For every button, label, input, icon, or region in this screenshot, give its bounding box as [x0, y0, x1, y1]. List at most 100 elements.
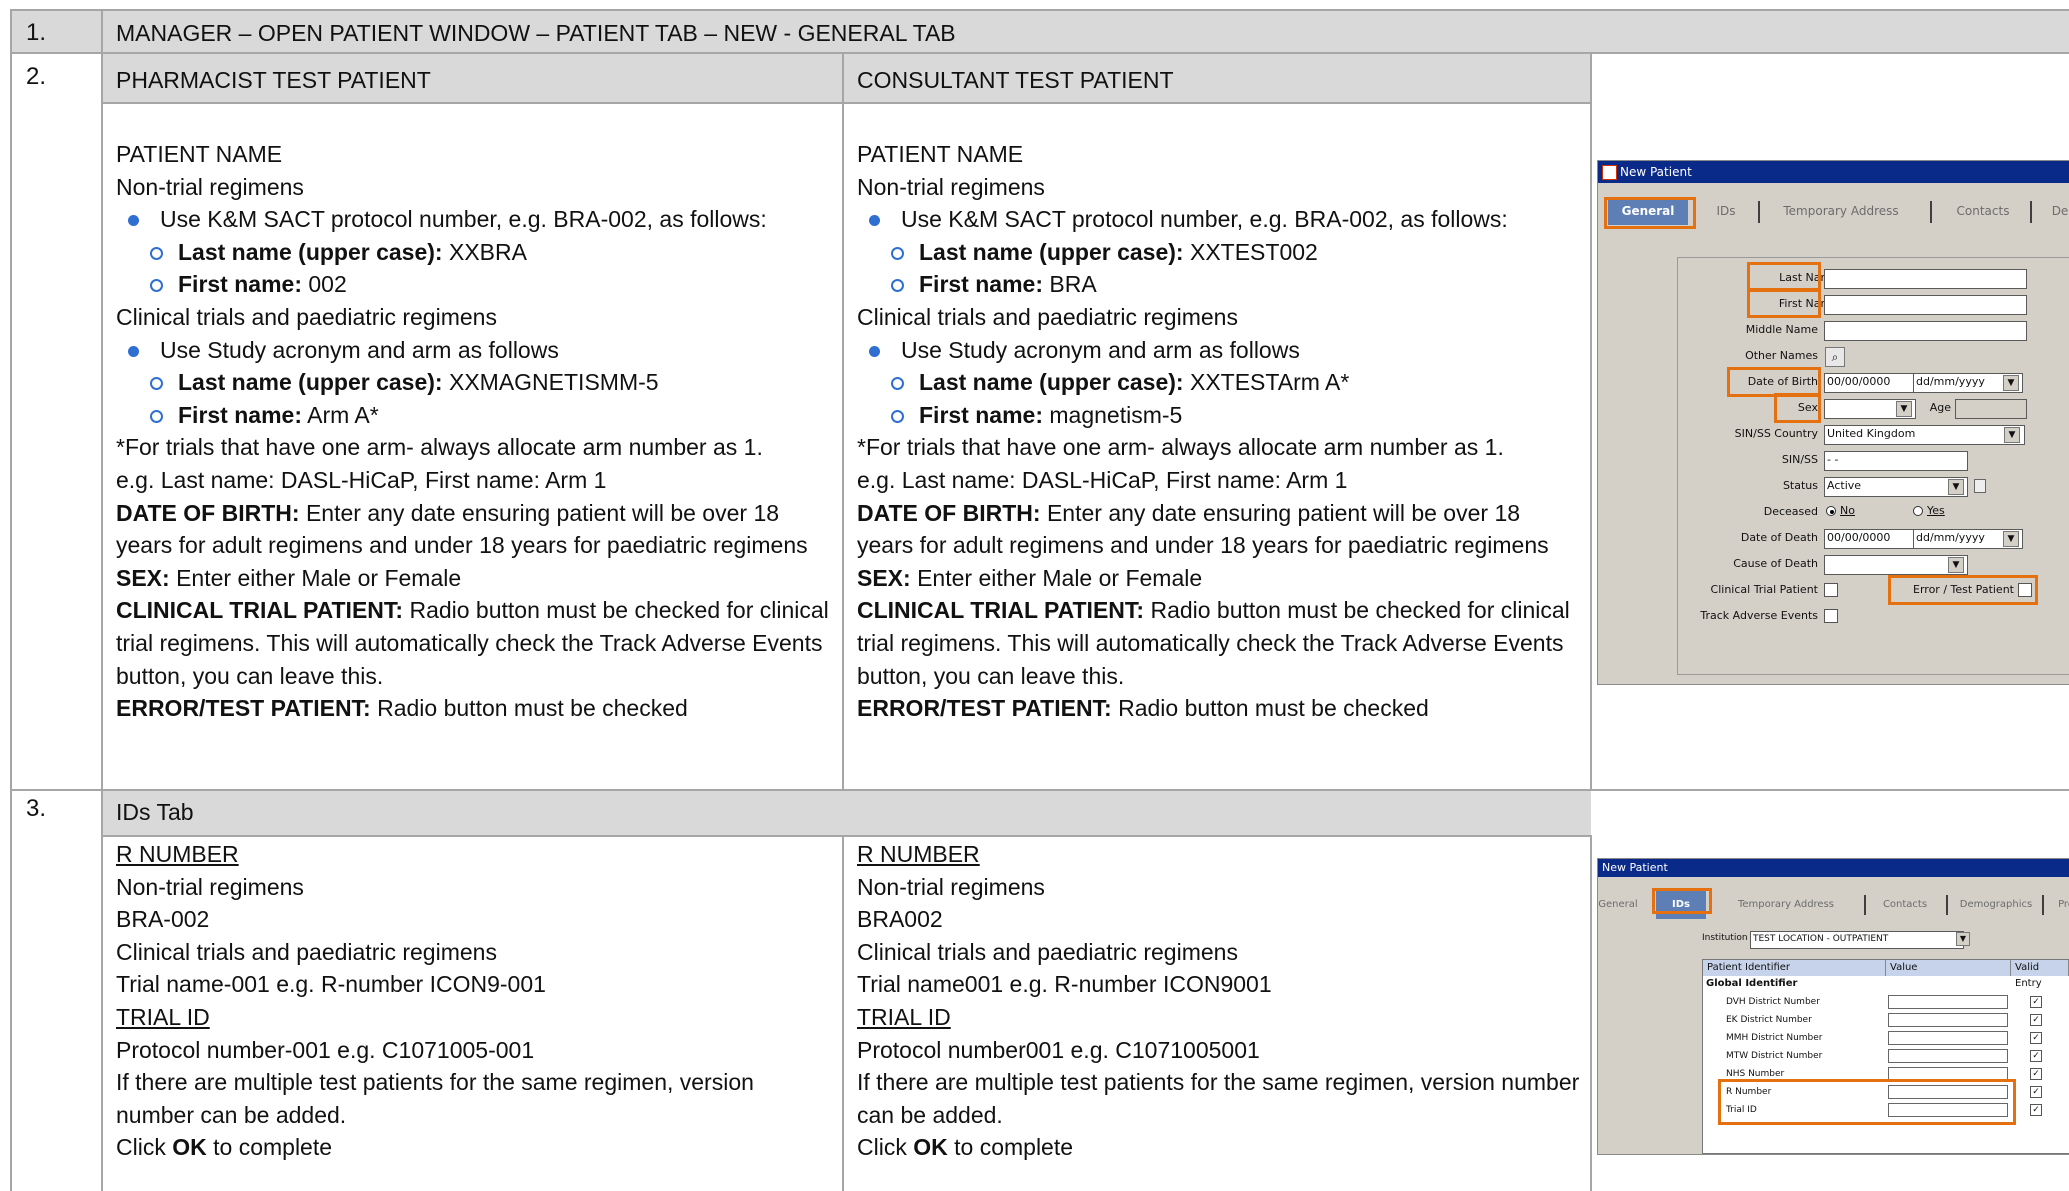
valid-entry-checkbox[interactable]: ✓: [2030, 1032, 2042, 1044]
identifier-value-field[interactable]: [1888, 1049, 2008, 1063]
tab-separator: [1864, 895, 1866, 915]
sub-bullet-item: First name: magnetism-5: [857, 399, 1582, 432]
click-ok-instruction: Click OK to complete: [116, 1134, 333, 1161]
dob-field[interactable]: 00/00/0000: [1824, 373, 1914, 393]
section-title-general: MANAGER – OPEN PATIENT WINDOW – PATIENT …: [116, 20, 956, 46]
sub-bullet-item: Last name (upper case): XXBRA: [116, 236, 834, 269]
sub-bullet-icon: [891, 279, 904, 293]
middle-name-field[interactable]: [1824, 321, 2027, 341]
tab-contacts[interactable]: Contacts: [1938, 197, 2028, 225]
trials-value: Trial name-001 e.g. R-number ICON9-001: [116, 971, 546, 998]
highlight-box: [1718, 1079, 2016, 1125]
tab-general[interactable]: General: [1598, 891, 1638, 919]
chevron-down-icon[interactable]: ▼: [2003, 531, 2019, 547]
bullet-item: Use Study acronym and arm as follows: [116, 334, 834, 367]
institution-select[interactable]: TEST LOCATION - OUTPATIENT: [1750, 931, 1964, 949]
radio-yes[interactable]: [1913, 506, 1923, 516]
valid-entry-checkbox[interactable]: ✓: [2030, 996, 2042, 1008]
cause-of-death-select[interactable]: [1824, 555, 1968, 575]
tab-contacts[interactable]: Contacts: [1870, 891, 1940, 919]
tab-separator: [1758, 201, 1760, 223]
window-title-bar: New Patient: [1598, 859, 2069, 877]
chevron-down-icon[interactable]: ▼: [1896, 401, 1912, 417]
valid-entry-checkbox[interactable]: ✓: [2030, 1086, 2042, 1098]
note-example: e.g. Last name: DASL-HiCaP, First name: …: [116, 466, 607, 493]
identifier-value-field[interactable]: [1888, 995, 2008, 1009]
identifier-value-field[interactable]: [1888, 1031, 2008, 1045]
tab-demographics[interactable]: Demographics: [1952, 891, 2040, 919]
valid-entry-checkbox[interactable]: ✓: [2030, 1050, 2042, 1062]
grid-line: [842, 52, 844, 789]
identifier-row-label: MTW District Number: [1726, 1051, 1823, 1061]
trialid-value: Protocol number-001 e.g. C1071005-001: [116, 1036, 535, 1063]
notes-icon[interactable]: [1974, 479, 1986, 493]
sub-bullet-icon: [150, 279, 163, 293]
column-header-consultant: CONSULTANT TEST PATIENT: [857, 67, 1174, 93]
trials-heading: Clinical trials and paediatric regimens: [857, 938, 1238, 965]
chevron-down-icon[interactable]: ▼: [2004, 427, 2020, 443]
column-header: Value: [1886, 960, 2011, 976]
chevron-down-icon[interactable]: ▼: [1956, 932, 1970, 946]
highlight-box: [1604, 197, 1696, 229]
chevron-down-icon[interactable]: ▼: [1948, 557, 1964, 573]
sub-bullet-icon: [150, 409, 163, 423]
grid-line: [1590, 52, 1592, 789]
highlight-box: [1888, 575, 2038, 605]
dod-field[interactable]: 00/00/0000: [1824, 529, 1914, 549]
valid-entry-checkbox[interactable]: ✓: [2030, 1014, 2042, 1026]
sinss-country-select[interactable]: United Kingdom: [1824, 425, 2025, 445]
identifier-row-label: DVH District Number: [1726, 997, 1820, 1007]
track-adverse-checkbox[interactable]: [1824, 609, 1838, 623]
sub-bullet-icon: [150, 377, 163, 391]
multi-note: If there are multiple test patients for …: [116, 1069, 754, 1128]
radio-no[interactable]: [1826, 506, 1836, 516]
grid-line: [842, 835, 844, 1191]
multi-note: If there are multiple test patients for …: [857, 1069, 1580, 1128]
grid-line: [101, 9, 103, 1191]
grid-line: [10, 52, 2069, 54]
highlight-box: [1652, 888, 1712, 914]
general-pharmacist-instructions: PATIENT NAME Non-trial regimens Use K&M …: [116, 138, 834, 725]
chevron-down-icon[interactable]: ▼: [1948, 479, 1964, 495]
sub-bullet-item: First name: BRA: [857, 268, 1582, 301]
chevron-down-icon[interactable]: ▼: [2003, 375, 2019, 391]
sex-instruction: SEX: Enter either Male or Female: [857, 564, 1203, 591]
tab-temporary-address[interactable]: Temporary Address: [1716, 891, 1856, 919]
nontrial-value: BRA-002: [116, 906, 210, 933]
clinical-trial-checkbox[interactable]: [1824, 583, 1838, 597]
tab-demographics[interactable]: De: [2040, 197, 2069, 225]
error-instruction: ERROR/TEST PATIENT: Radio button must be…: [116, 695, 688, 722]
last-name-field[interactable]: [1824, 269, 2027, 289]
nontrial-heading: Non-trial regimens: [116, 873, 304, 900]
tab-pro[interactable]: Pro: [2046, 891, 2069, 919]
status-select[interactable]: Active: [1824, 477, 1968, 497]
trialid-heading: TRIAL ID: [116, 1003, 210, 1030]
patient-name-heading: PATIENT NAME: [116, 141, 283, 167]
tab-separator: [2030, 201, 2032, 223]
bullet-icon: [128, 215, 139, 227]
nontrial-heading: Non-trial regimens: [857, 873, 1045, 900]
ctp-instruction: CLINICAL TRIAL PATIENT: Radio button mus…: [857, 597, 1570, 689]
trials-heading: Clinical trials and paediatric regimens: [857, 303, 1238, 330]
note-text: *For trials that have one arm- always al…: [857, 434, 1504, 461]
nontrial-heading: Non-trial regimens: [857, 173, 1045, 200]
new-patient-window-general: New Patient General IDs Temporary Addres…: [1597, 160, 2069, 685]
middle-name-label: Middle Name: [1745, 323, 1818, 336]
highlight-box: [1774, 393, 1821, 423]
institution-label: Institution: [1702, 933, 1748, 943]
valid-entry-checkbox[interactable]: ✓: [2030, 1068, 2042, 1080]
dob-instruction: DATE OF BIRTH: Enter any date ensuring p…: [116, 499, 808, 559]
sub-bullet-item: First name: 002: [116, 268, 834, 301]
valid-entry-checkbox[interactable]: ✓: [2030, 1104, 2042, 1116]
bullet-item: Use K&M SACT protocol number, e.g. BRA-0…: [857, 203, 1582, 236]
sub-bullet-item: Last name (upper case): XXTEST002: [857, 236, 1582, 269]
identifier-value-field[interactable]: [1888, 1013, 2008, 1027]
sinss-field[interactable]: - -: [1824, 451, 1968, 471]
first-name-field[interactable]: [1824, 295, 2027, 315]
age-field: [1955, 399, 2027, 419]
cause-of-death-label: Cause of Death: [1733, 557, 1818, 570]
search-icon[interactable]: ⌕: [1825, 347, 1845, 367]
status-label: Status: [1782, 479, 1818, 492]
tab-ids[interactable]: IDs: [1706, 197, 1746, 225]
tab-temporary-address[interactable]: Temporary Address: [1766, 197, 1916, 225]
